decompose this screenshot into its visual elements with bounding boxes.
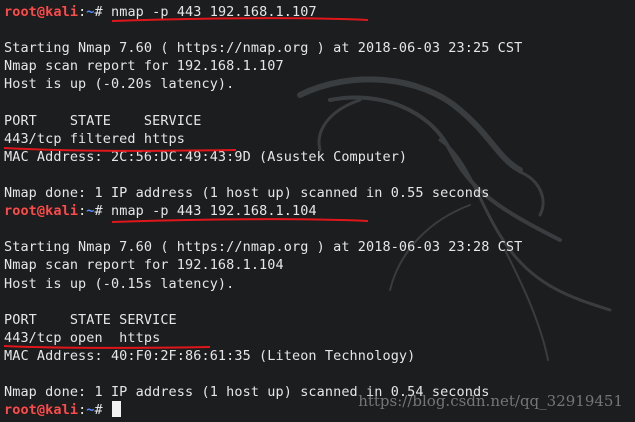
output-line: Starting Nmap 7.60 ( https://nmap.org ) … (4, 239, 523, 256)
output-line: PORT STATE SERVICE (4, 311, 177, 328)
output-line: Nmap scan report for 192.168.1.107 (4, 58, 284, 75)
output-line: 443/tcp filtered https (4, 130, 186, 147)
block-cursor-icon[interactable] (112, 401, 121, 418)
prompt-user-host: root@kali (4, 4, 79, 20)
prompt-line: root@kali:~# nmap -p 443 192.168.1.104 (4, 202, 317, 220)
output-line: PORT STATE SERVICE (4, 112, 202, 129)
prompt-path: ~ (86, 4, 95, 20)
prompt-symbol: # (94, 402, 111, 419)
prompt-symbol: # (94, 4, 111, 20)
terminal-window[interactable]: root@kali:~# nmap -p 443 192.168.1.107 St… (0, 0, 635, 422)
output-line: Nmap done: 1 IP address (1 host up) scan… (4, 185, 490, 201)
prompt-line: root@kali:~# (4, 401, 121, 419)
output-line: Nmap scan report for 192.168.1.104 (4, 257, 284, 274)
prompt-line: root@kali:~# nmap -p 443 192.168.1.107 (4, 3, 317, 21)
output-line: Host is up (-0.20s latency). (4, 76, 235, 93)
prompt-symbol: # (94, 203, 111, 220)
output-line: MAC Address: 40:F0:2F:86:61:35 (Liteon T… (4, 347, 416, 364)
output-line: Host is up (-0.15s latency). (4, 275, 235, 292)
command-text: nmap -p 443 192.168.1.104 (111, 203, 317, 220)
prompt-user-host: root@kali (4, 402, 79, 419)
watermark: https://blog.csdn.net/qq_32919451 (358, 392, 623, 410)
output-line: 443/tcp open https (4, 329, 161, 346)
prompt-user-host: root@kali (4, 203, 79, 220)
prompt-path: ~ (86, 203, 95, 220)
command-text: nmap -p 443 192.168.1.107 (111, 4, 317, 20)
prompt-path: ~ (86, 402, 95, 419)
output-line: MAC Address: 2C:56:DC:49:43:9D (Asustek … (4, 148, 408, 165)
output-line: Starting Nmap 7.60 ( https://nmap.org ) … (4, 40, 523, 57)
